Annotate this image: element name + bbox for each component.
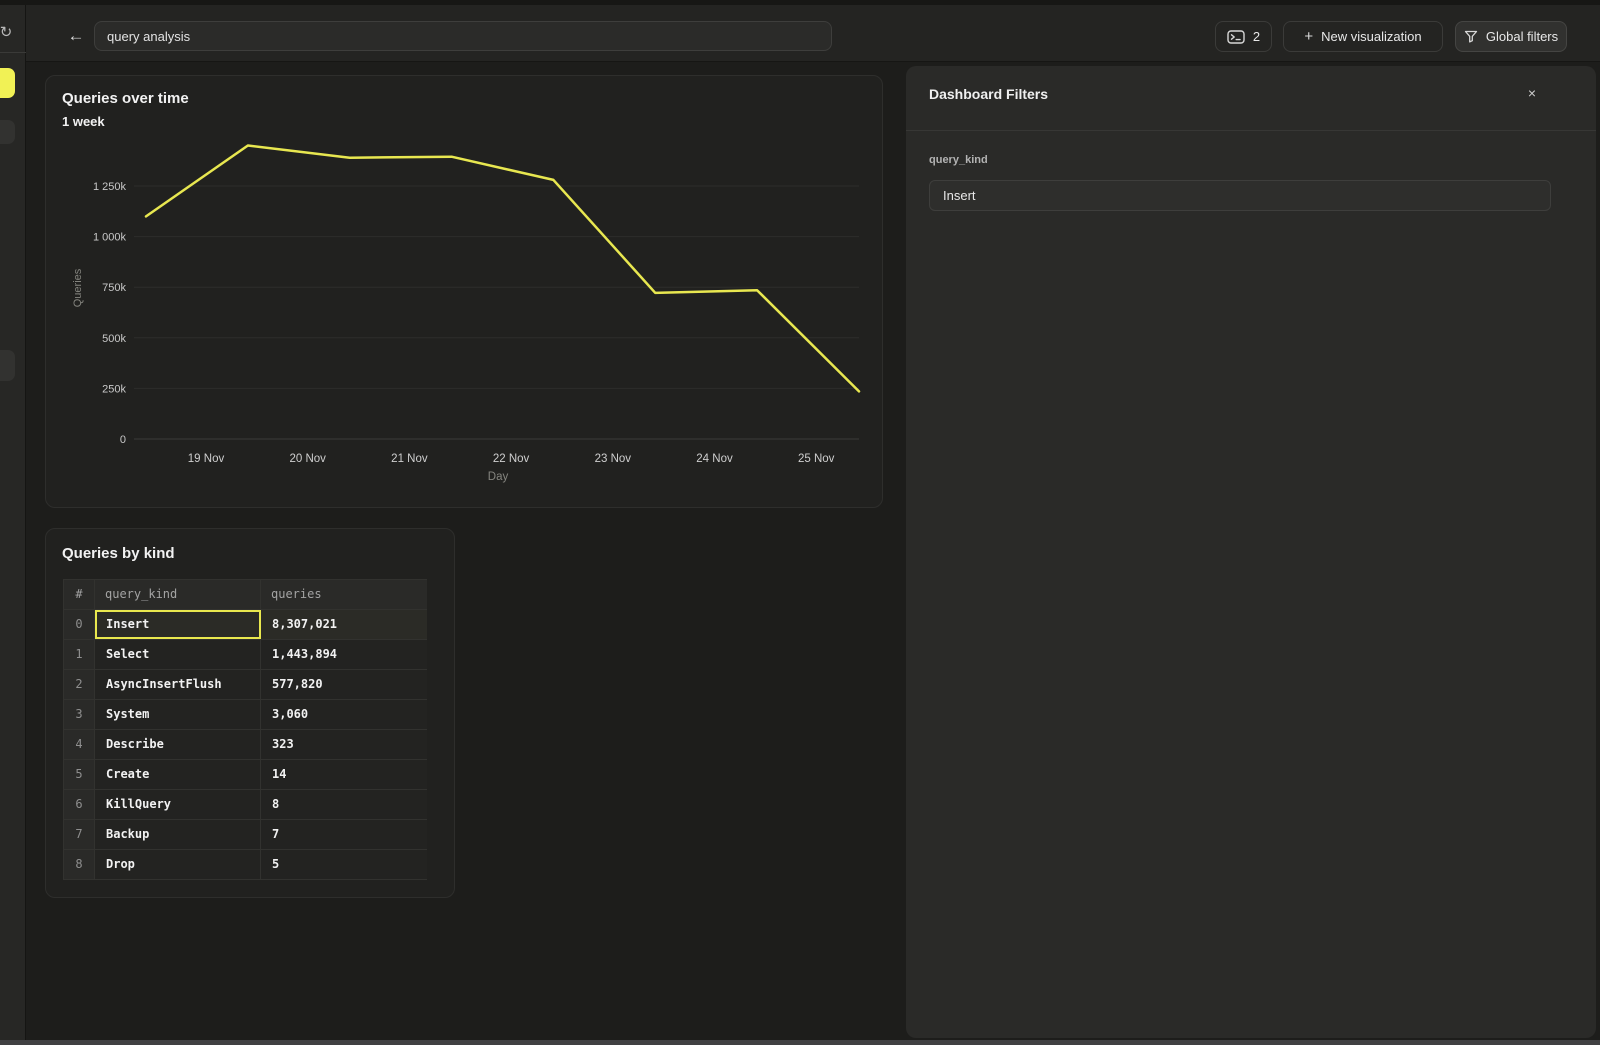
queries-by-kind-table: #query_kindqueries0Insert8,307,0211Selec… xyxy=(63,579,427,880)
funnel-icon xyxy=(1464,30,1478,43)
column-header: query_kind xyxy=(95,580,261,609)
sidebar-item-3[interactable] xyxy=(0,350,15,381)
table-row: 1Select1,443,894 xyxy=(64,640,426,670)
new-visualization-button[interactable]: + New visualization xyxy=(1283,21,1443,52)
column-header: # xyxy=(64,580,95,609)
table-row: 5Create14 xyxy=(64,760,426,790)
row-index: 7 xyxy=(64,820,95,849)
sidebar-item-2[interactable] xyxy=(0,120,15,144)
terminal-icon xyxy=(1227,30,1245,44)
query-kind-cell[interactable]: Drop xyxy=(95,850,261,879)
row-index: 8 xyxy=(64,850,95,879)
y-tick-label: 500k xyxy=(102,333,126,345)
table-row: 8Drop5 xyxy=(64,850,426,880)
x-axis-title: Day xyxy=(488,471,509,483)
sidebar: ↻ xyxy=(0,5,26,1045)
table-header-row: #query_kindqueries xyxy=(64,580,426,610)
filter-field-label: query_kind xyxy=(929,154,988,166)
row-index: 1 xyxy=(64,640,95,669)
x-tick-label: 22 Nov xyxy=(493,453,530,465)
y-tick-label: 1 250k xyxy=(93,181,127,193)
row-index: 0 xyxy=(64,610,95,639)
console-count: 2 xyxy=(1253,29,1260,44)
new-visualization-label: New visualization xyxy=(1321,29,1421,44)
query-kind-cell[interactable]: Select xyxy=(95,640,261,669)
panel-divider xyxy=(906,130,1596,131)
queries-count-cell[interactable]: 3,060 xyxy=(261,700,427,729)
column-header: queries xyxy=(261,580,427,609)
queries-count-cell[interactable]: 1,443,894 xyxy=(261,640,427,669)
queries-count-cell[interactable]: 8 xyxy=(261,790,427,819)
query-kind-cell[interactable]: Insert xyxy=(95,610,261,639)
queries-count-cell[interactable]: 323 xyxy=(261,730,427,759)
table-row: 0Insert8,307,021 xyxy=(64,610,426,640)
queries-count-cell[interactable]: 5 xyxy=(261,850,427,879)
table-row: 3System3,060 xyxy=(64,700,426,730)
table-row: 6KillQuery8 xyxy=(64,790,426,820)
x-tick-label: 19 Nov xyxy=(188,453,225,465)
y-tick-label: 1 000k xyxy=(93,232,127,244)
refresh-icon[interactable]: ↻ xyxy=(0,22,16,42)
query-kind-cell[interactable]: Create xyxy=(95,760,261,789)
topbar: ← 2 + New visualization Global filters xyxy=(26,5,1600,62)
queries-count-cell[interactable]: 14 xyxy=(261,760,427,789)
sidebar-item-active[interactable] xyxy=(0,68,15,98)
y-tick-label: 250k xyxy=(102,383,126,395)
query-kind-cell[interactable]: Backup xyxy=(95,820,261,849)
global-filters-button[interactable]: Global filters xyxy=(1455,21,1567,52)
dashboard-title-input[interactable] xyxy=(94,21,832,51)
table-row: 4Describe323 xyxy=(64,730,426,760)
y-tick-label: 0 xyxy=(120,434,126,446)
queries-count-cell[interactable]: 7 xyxy=(261,820,427,849)
table-row: 2AsyncInsertFlush577,820 xyxy=(64,670,426,700)
plus-icon: + xyxy=(1304,28,1313,45)
global-filters-label: Global filters xyxy=(1486,29,1558,44)
query-kind-cell[interactable]: AsyncInsertFlush xyxy=(95,670,261,699)
close-icon[interactable]: × xyxy=(1522,83,1542,103)
query-kind-cell[interactable]: KillQuery xyxy=(95,790,261,819)
queries-line-series xyxy=(146,146,859,392)
row-index: 6 xyxy=(64,790,95,819)
dashboard-filters-panel: Dashboard Filters × query_kind xyxy=(906,66,1596,1038)
queries-over-time-chart: 0 250k 500k 750k 1 000k 1 250k Queries 19 Nov 20… xyxy=(46,76,884,509)
query-kind-cell[interactable]: System xyxy=(95,700,261,729)
row-index: 4 xyxy=(64,730,95,759)
x-tick-label: 23 Nov xyxy=(595,453,632,465)
table-row: 7Backup7 xyxy=(64,820,426,850)
y-tick-label: 750k xyxy=(102,282,126,294)
row-index: 3 xyxy=(64,700,95,729)
x-tick-label: 21 Nov xyxy=(391,453,428,465)
back-arrow-icon[interactable]: ← xyxy=(64,24,88,48)
y-axis-title: Queries xyxy=(72,268,84,307)
x-tick-label: 24 Nov xyxy=(696,453,733,465)
queries-count-cell[interactable]: 577,820 xyxy=(261,670,427,699)
x-tick-label: 20 Nov xyxy=(289,453,326,465)
sql-console-button[interactable]: 2 xyxy=(1215,21,1272,52)
queries-over-time-card: Queries over time 1 week 0250k500k750k1 … xyxy=(45,75,883,508)
row-index: 5 xyxy=(64,760,95,789)
sidebar-divider xyxy=(0,52,26,53)
table-title: Queries by kind xyxy=(62,545,175,562)
queries-count-cell[interactable]: 8,307,021 xyxy=(261,610,427,639)
panel-title: Dashboard Filters xyxy=(929,86,1048,102)
window-bottom-edge xyxy=(0,1040,1600,1045)
query-kind-cell[interactable]: Describe xyxy=(95,730,261,759)
query-kind-filter-input[interactable] xyxy=(929,180,1551,211)
queries-by-kind-card: Queries by kind #query_kindqueries0Inser… xyxy=(45,528,455,898)
row-index: 2 xyxy=(64,670,95,699)
x-tick-label: 25 Nov xyxy=(798,453,835,465)
